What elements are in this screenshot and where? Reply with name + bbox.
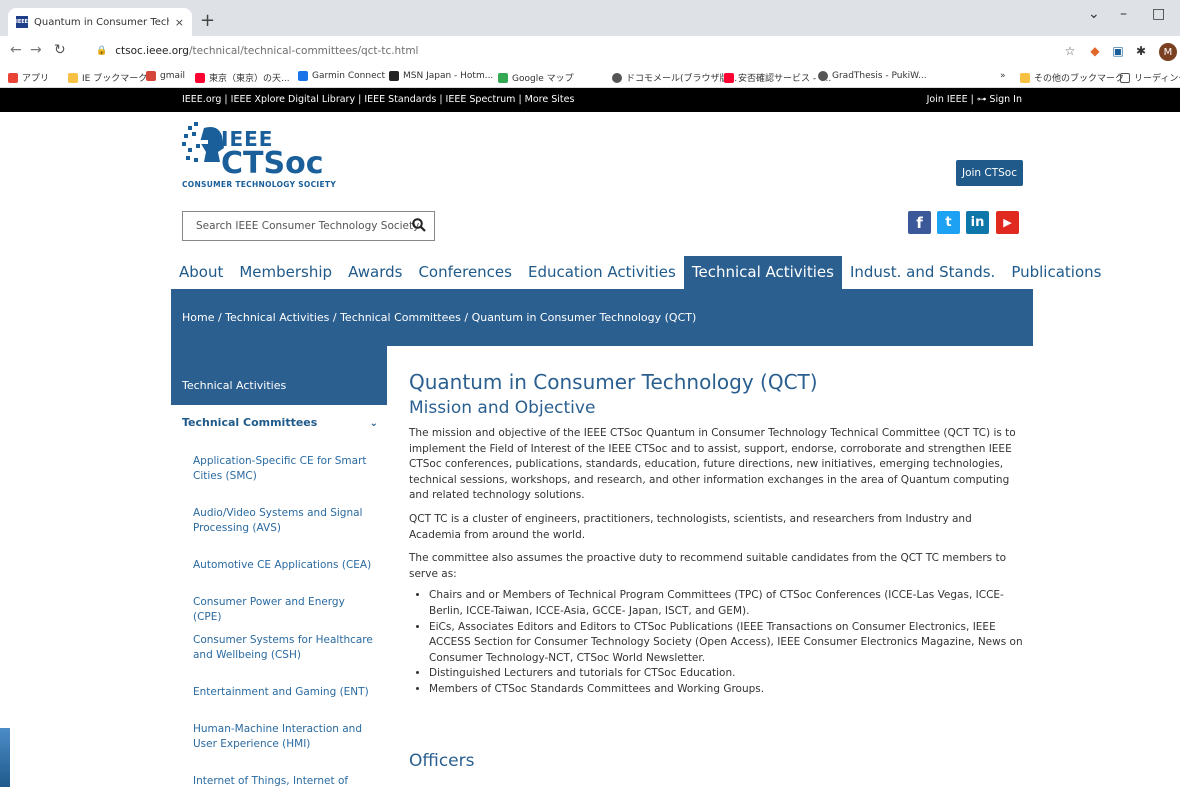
bookmark-msn[interactable]: MSN Japan - Hotm... (389, 71, 493, 81)
sidebar-section-label: Technical Committees (182, 416, 318, 429)
folder-icon (1020, 72, 1030, 83)
duty-paragraph: The committee also assumes the proactive… (409, 552, 1006, 580)
list-item: Members of CTSoc Standards Committees an… (429, 682, 1024, 698)
cluster-paragraph: QCT TC is a cluster of engineers, practi… (409, 512, 972, 541)
nav-education-activities[interactable]: Education Activities (520, 256, 684, 289)
bookmark-google-maps[interactable]: Google マップ (498, 71, 574, 84)
site-search-input[interactable]: Search IEEE Consumer Technology Society (182, 211, 435, 241)
nav-publications[interactable]: Publications (1003, 256, 1109, 289)
bookmark-docomo[interactable]: ドコモメール(ブラウザ版... (612, 71, 737, 84)
bookmarks-bar: アプリ IE ブックマーク gmail 東京（東京）の天... Garmin C… (0, 66, 1180, 88)
sidebar-item-csh[interactable]: Consumer Systems for Healthcare and Well… (193, 633, 373, 663)
globe-icon (818, 71, 828, 81)
main-nav: About Membership Awards Conferences Educ… (171, 256, 1109, 289)
profile-avatar[interactable]: M (1159, 43, 1177, 61)
tab-title: Quantum in Consumer Technolo (34, 16, 169, 28)
folder-icon (68, 72, 78, 83)
address-bar[interactable]: 🔒 ctsoc.ieee.org/technical/technical-com… (88, 41, 1056, 61)
forward-icon[interactable]: → (30, 42, 42, 58)
join-ctsoc-button[interactable]: Join CTSoc (956, 160, 1023, 186)
ieee-favicon-icon: IEEE (16, 16, 28, 28)
list-item: Distinguished Lecturers and tutorials fo… (429, 666, 1024, 682)
back-icon[interactable]: ← (10, 42, 22, 58)
list-item: EiCs, Associates Editors and Editors to … (429, 620, 1024, 667)
linkedin-icon[interactable]: in (966, 211, 989, 234)
garmin-icon (298, 71, 308, 81)
mission-heading: Mission and Objective (409, 398, 596, 418)
nav-membership[interactable]: Membership (231, 256, 340, 289)
bookmark-apps[interactable]: アプリ (8, 71, 49, 84)
main-content: Quantum in Consumer Technology (QCT) Mis… (409, 370, 1024, 698)
maps-pin-icon (498, 72, 508, 83)
msn-icon (389, 71, 399, 81)
nav-about[interactable]: About (171, 256, 231, 289)
bookmark-other[interactable]: その他のブックマーク (1020, 71, 1124, 84)
url-path: /technical/technical-committees/qct-tc.h… (188, 45, 419, 57)
nav-conferences[interactable]: Conferences (410, 256, 520, 289)
close-tab-icon[interactable]: × (175, 16, 184, 29)
sidebar-item-smc[interactable]: Application-Specific CE for Smart Cities… (193, 454, 373, 484)
lock-icon: 🔒 (96, 46, 108, 56)
browser-toolbar: ← → ↻ 🔒 ctsoc.ieee.org/technical/technic… (0, 36, 1180, 66)
sidebar-section-technical-committees[interactable]: Technical Committees ⌄ (182, 416, 382, 429)
extension-save-icon[interactable]: ▣ (1110, 43, 1126, 59)
sidebar-item-cpe[interactable]: Consumer Power and Energy (CPE) (193, 595, 373, 625)
reading-list[interactable]: リーディング リ (1120, 71, 1180, 84)
reload-icon[interactable]: ↻ (54, 42, 66, 58)
url-host: ctsoc.ieee.org (115, 45, 189, 57)
bookmark-garmin[interactable]: Garmin Connect (298, 71, 385, 81)
browser-tab[interactable]: IEEE Quantum in Consumer Technolo × (8, 8, 192, 36)
logo-ctsoc-text: CTSoc (221, 146, 324, 181)
window-edge (0, 728, 10, 787)
nav-technical-activities[interactable]: Technical Activities (683, 256, 842, 289)
bookmark-anpi[interactable]: 安否確認サービス - Y... (724, 71, 831, 84)
bookmark-weather[interactable]: 東京（東京）の天... (195, 71, 290, 84)
page-title: Quantum in Consumer Technology (QCT) (409, 370, 818, 394)
mission-paragraph: The mission and objective of the IEEE CT… (409, 427, 1016, 502)
extensions-puzzle-icon[interactable]: ✱ (1133, 43, 1149, 59)
maximize-icon[interactable]: □ (1152, 6, 1165, 22)
tab-search-icon[interactable]: ⌄ (1088, 6, 1100, 22)
reading-list-icon (1120, 72, 1130, 83)
nav-awards[interactable]: Awards (340, 256, 410, 289)
apps-grid-icon (8, 72, 18, 83)
bookmarks-more-button[interactable]: » (1000, 71, 1006, 81)
yahoo-icon (724, 72, 734, 83)
sidebar-item-ent[interactable]: Entertainment and Gaming (ENT) (193, 685, 373, 700)
sidebar-item-hmi[interactable]: Human-Machine Interaction and User Exper… (193, 722, 373, 752)
join-signin-links[interactable]: Join IEEE | ⊶ Sign In (927, 94, 1022, 105)
bookmark-star-icon[interactable]: ☆ (1062, 43, 1078, 59)
tab-strip: IEEE Quantum in Consumer Technolo × + ⌄ … (0, 0, 1180, 36)
officers-heading: Officers (409, 751, 475, 771)
list-item: Chairs and or Members of Technical Progr… (429, 588, 1024, 619)
sidebar-heading[interactable]: Technical Activities (171, 346, 387, 405)
logo-subtitle: CONSUMER TECHNOLOGY SOCIETY (182, 180, 337, 189)
roles-list: Chairs and or Members of Technical Progr… (409, 588, 1024, 697)
yahoo-icon (195, 72, 205, 83)
ieee-top-bar: IEEE.org | IEEE Xplore Digital Library |… (0, 88, 1180, 112)
chevron-down-icon[interactable]: ⌄ (370, 418, 378, 429)
search-icon[interactable] (412, 218, 426, 232)
twitter-icon[interactable]: t (937, 211, 960, 234)
breadcrumb[interactable]: Home / Technical Activities / Technical … (171, 289, 1033, 346)
sidebar-item-cea[interactable]: Automotive CE Applications (CEA) (193, 558, 373, 573)
bookmark-gradthesis[interactable]: GradThesis - PukiW... (818, 71, 927, 81)
facebook-icon[interactable]: f (908, 211, 931, 234)
bookmark-folder[interactable]: IE ブックマーク (68, 71, 147, 84)
minimize-icon[interactable]: – (1120, 6, 1127, 22)
youtube-icon[interactable]: ▶ (996, 211, 1019, 234)
extension-icon[interactable]: ◆ (1087, 43, 1103, 59)
globe-icon (612, 72, 622, 83)
nav-indust-and-stands[interactable]: Indust. and Stands. (842, 256, 1003, 289)
sidebar-item-avs[interactable]: Audio/Video Systems and Signal Processin… (193, 506, 373, 536)
bookmark-gmail[interactable]: gmail (146, 71, 185, 81)
search-placeholder: Search IEEE Consumer Technology Society (196, 220, 420, 232)
ieee-site-links[interactable]: IEEE.org | IEEE Xplore Digital Library |… (182, 94, 574, 105)
gmail-icon (146, 71, 156, 81)
new-tab-button[interactable]: + (200, 12, 215, 30)
